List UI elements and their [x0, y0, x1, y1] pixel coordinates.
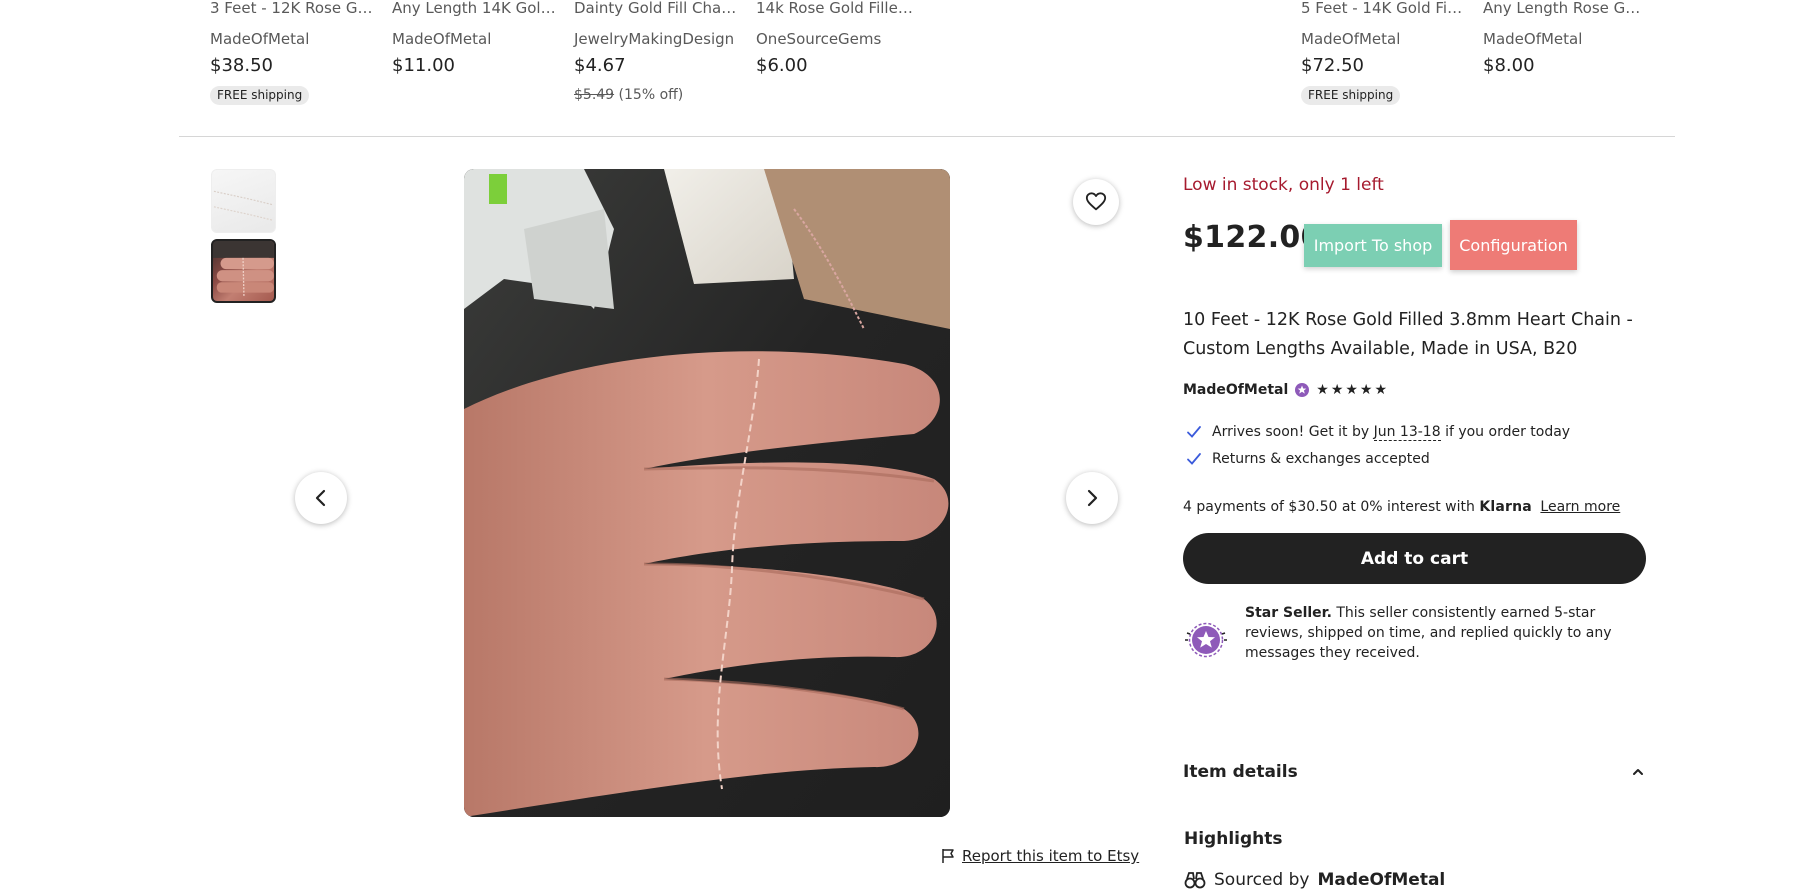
- related-item-shop: MadeOfMetal: [210, 30, 310, 48]
- add-to-cart-button[interactable]: Add to cart: [1183, 533, 1646, 584]
- related-item-title[interactable]: Dainty Gold Fill Chai...: [574, 0, 738, 20]
- related-item-price: $8.00: [1483, 55, 1535, 76]
- product-title: 10 Feet - 12K Rose Gold Filled 3.8mm Hea…: [1183, 310, 1633, 359]
- sourced-by-label: Sourced by: [1214, 870, 1310, 890]
- next-image-button[interactable]: [1066, 472, 1118, 524]
- gallery-thumbnail-selected[interactable]: [211, 239, 276, 303]
- favorite-button[interactable]: [1073, 179, 1119, 225]
- related-item-shop: MadeOfMetal: [1301, 30, 1401, 48]
- arrival-perk: Arrives soon! Get it by Jun 13-18 if you…: [1185, 423, 1570, 441]
- related-item-card[interactable]: 5 Feet - 14K Gold Fille... MadeOfMetal $…: [1301, 0, 1465, 105]
- returns-text: Returns & exchanges accepted: [1212, 451, 1430, 467]
- star-seller-icon: [1185, 622, 1227, 658]
- shop-row: MadeOfMetal ★★★★★: [1183, 382, 1389, 398]
- klarna-logo: Klarna: [1479, 499, 1532, 515]
- arrival-suffix: if you order today: [1445, 424, 1571, 440]
- related-item-card[interactable]: 3 Feet - 12K Rose Gol... MadeOfMetal $38…: [210, 0, 374, 105]
- highlights-heading: Highlights: [1184, 829, 1283, 849]
- free-shipping-badge: FREE shipping: [210, 86, 310, 105]
- chevron-right-icon: [1087, 489, 1098, 507]
- item-details-label: Item details: [1183, 762, 1298, 782]
- item-details-toggle[interactable]: Item details: [1183, 762, 1646, 782]
- related-item-shop: OneSourceGems: [756, 30, 882, 48]
- related-item-card[interactable]: 14k Rose Gold Filled ... OneSourceGems $…: [756, 0, 920, 77]
- product-price: $122.00: [1183, 220, 1322, 255]
- related-item-title[interactable]: 5 Feet - 14K Gold Fille...: [1301, 0, 1465, 20]
- related-item-price: $6.00: [756, 55, 808, 76]
- original-price: $5.49: [574, 87, 615, 103]
- related-item-card[interactable]: Any Length Rose Gol... MadeOfMetal $8.00: [1483, 0, 1647, 77]
- discount-label: (15% off): [618, 87, 684, 103]
- related-item-price: $4.67: [574, 55, 626, 76]
- star-seller-info: Star Seller. This seller consistently ea…: [1183, 603, 1646, 663]
- related-item-price: $38.50: [210, 55, 273, 76]
- chain-thumbnail-image: [213, 190, 274, 221]
- original-price-row: $5.49 (15% off): [574, 86, 738, 104]
- flag-icon: [942, 849, 954, 863]
- main-product-image: [464, 169, 950, 817]
- klarna-text: 4 payments of $30.50 at 0% interest with: [1183, 499, 1475, 515]
- related-item-price: $11.00: [392, 55, 455, 76]
- star-seller-badge-icon: [1295, 383, 1310, 397]
- import-to-shop-button[interactable]: Import To shop: [1304, 224, 1442, 267]
- returns-perk: Returns & exchanges accepted: [1185, 450, 1430, 468]
- arrival-prefix: Arrives soon! Get it by: [1212, 424, 1370, 440]
- sourced-by-shop[interactable]: MadeOfMetal: [1317, 870, 1445, 890]
- related-item-title[interactable]: 14k Rose Gold Filled ...: [756, 0, 920, 20]
- binoculars-icon: [1184, 872, 1206, 889]
- rating-stars[interactable]: ★★★★★: [1316, 382, 1389, 398]
- heart-icon: [1085, 192, 1107, 211]
- arrival-date[interactable]: Jun 13-18: [1373, 424, 1441, 441]
- gallery-thumbnail[interactable]: [211, 169, 276, 233]
- star-seller-heading: Star Seller.: [1245, 605, 1332, 621]
- related-item-title[interactable]: 3 Feet - 12K Rose Gol...: [210, 0, 374, 20]
- stock-notice: Low in stock, only 1 left: [1183, 175, 1384, 195]
- shop-name-link[interactable]: MadeOfMetal: [1183, 382, 1288, 398]
- star-seller-text: Star Seller. This seller consistently ea…: [1245, 603, 1646, 663]
- related-item-shop: MadeOfMetal: [392, 30, 492, 48]
- related-item-card[interactable]: Any Length 14K Gold... MadeOfMetal $11.0…: [392, 0, 556, 77]
- configuration-button[interactable]: Configuration: [1450, 220, 1577, 270]
- section-divider: [179, 136, 1675, 137]
- related-item-shop: MadeOfMetal: [1483, 30, 1583, 48]
- related-item-price: $72.50: [1301, 55, 1364, 76]
- chevron-left-icon: [315, 489, 326, 507]
- previous-image-button[interactable]: [295, 472, 347, 524]
- report-item-link[interactable]: Report this item to Etsy: [940, 847, 1139, 865]
- related-item-card[interactable]: Dainty Gold Fill Chai... JewelryMakingDe…: [574, 0, 738, 104]
- arrival-text: Arrives soon! Get it by Jun 13-18 if you…: [1212, 424, 1571, 441]
- hand-thumbnail-image: [213, 241, 274, 298]
- related-item-title[interactable]: Any Length Rose Gol...: [1483, 0, 1647, 20]
- klarna-learn-more-link[interactable]: Learn more: [1540, 499, 1620, 515]
- related-item-title[interactable]: Any Length 14K Gold...: [392, 0, 556, 20]
- sourced-by-row: Sourced by MadeOfMetal: [1184, 870, 1445, 890]
- free-shipping-badge: FREE shipping: [1301, 86, 1401, 105]
- related-items-strip: 3 Feet - 12K Rose Gol... MadeOfMetal $38…: [0, 0, 1805, 136]
- checkmark-icon: [1187, 426, 1201, 438]
- chevron-up-icon: [1633, 769, 1643, 775]
- report-item-label: Report this item to Etsy: [962, 847, 1140, 865]
- related-item-shop: JewelryMakingDesign: [574, 30, 735, 48]
- klarna-payment-info: 4 payments of $30.50 at 0% interest with…: [1183, 499, 1620, 515]
- checkmark-icon: [1187, 453, 1201, 465]
